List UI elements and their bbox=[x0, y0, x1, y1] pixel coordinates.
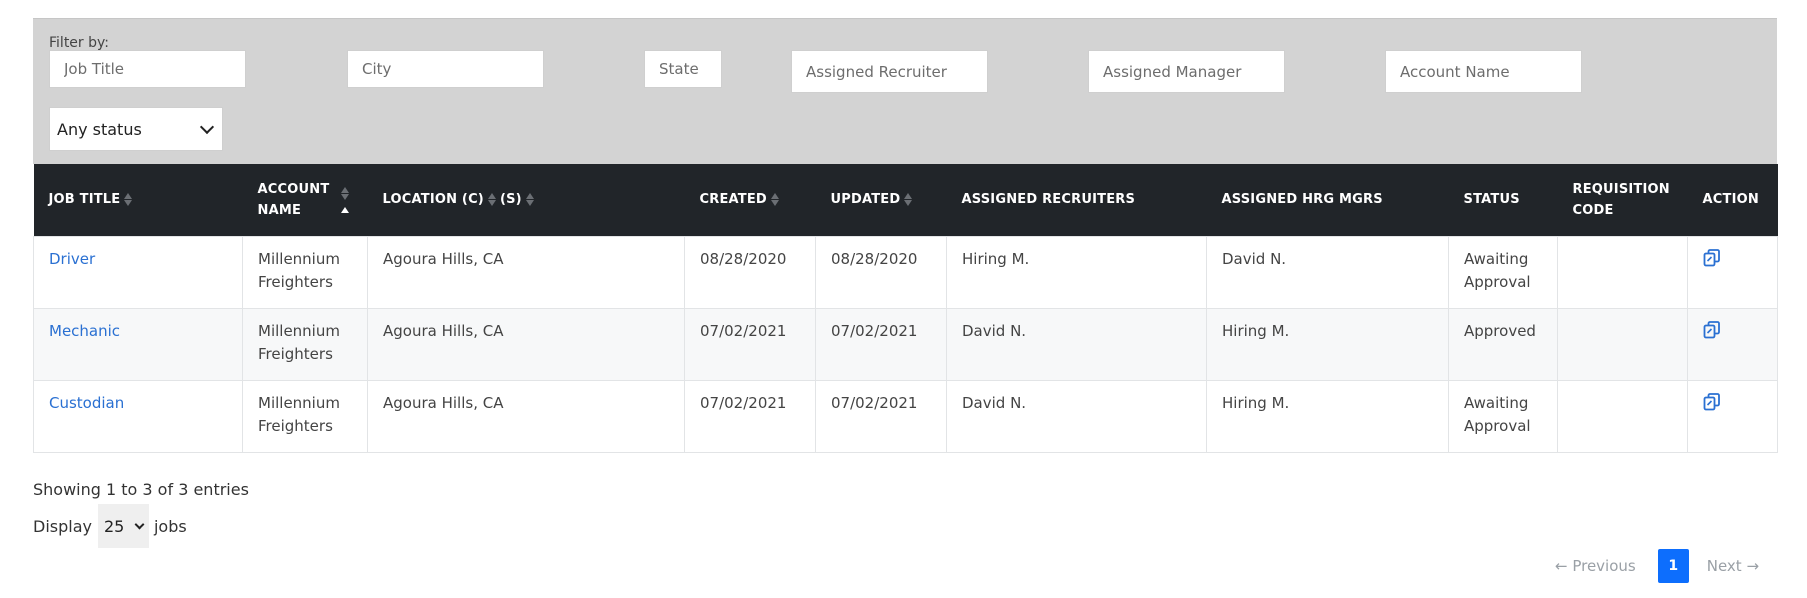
sort-arrows-icon bbox=[124, 193, 133, 207]
job-title-link[interactable]: Custodian bbox=[49, 394, 124, 412]
header-location[interactable]: LOCATION (C) (S) bbox=[368, 164, 685, 236]
header-requisition-code: REQUISITION CODE bbox=[1572, 181, 1670, 218]
copy-icon[interactable] bbox=[1702, 392, 1722, 412]
jobs-label: jobs bbox=[153, 516, 187, 536]
cell-recruiters: David N. bbox=[946, 379, 1207, 453]
cell-location: Agoura Hills, CA bbox=[367, 307, 685, 381]
header-location-state: (S) bbox=[499, 192, 522, 208]
cell-updated: 07/02/2021 bbox=[815, 379, 947, 453]
sort-arrows-icon bbox=[525, 193, 534, 207]
cell-updated: 07/02/2021 bbox=[815, 307, 947, 381]
assigned-manager-filter[interactable] bbox=[1088, 50, 1285, 93]
cell-created: 07/02/2021 bbox=[684, 307, 816, 381]
assigned-recruiter-filter[interactable] bbox=[791, 50, 988, 93]
header-updated[interactable]: UPDATED bbox=[816, 164, 947, 236]
cell-account-name: Millennium Freighters bbox=[242, 307, 368, 381]
table-header-row: JOB TITLE ACCOUNT NAME LOCATION (C) (S) C… bbox=[33, 164, 1778, 236]
job-title-filter[interactable] bbox=[49, 50, 246, 88]
header-account-name[interactable]: ACCOUNT NAME bbox=[243, 164, 368, 236]
cell-updated: 08/28/2020 bbox=[815, 235, 947, 309]
sort-arrows-icon bbox=[904, 193, 913, 207]
header-job-title[interactable]: JOB TITLE bbox=[34, 164, 243, 236]
job-title-link[interactable]: Mechanic bbox=[49, 322, 120, 340]
per-page-value: 25 bbox=[103, 516, 125, 536]
cell-job-title: Custodian bbox=[33, 379, 243, 453]
header-assigned-recruiters: ASSIGNED RECRUITERS bbox=[961, 192, 1136, 208]
page-size-control: Display 25 jobs bbox=[33, 504, 187, 548]
table-row: Custodian Millennium Freighters Agoura Hi… bbox=[33, 379, 1778, 453]
pagination: ← Previous 1 Next → bbox=[1555, 549, 1759, 583]
chevron-down-icon bbox=[134, 519, 145, 529]
cell-requisition bbox=[1557, 235, 1688, 309]
cell-location: Agoura Hills, CA bbox=[367, 379, 685, 453]
cell-action bbox=[1687, 235, 1778, 309]
cell-recruiters: David N. bbox=[946, 307, 1207, 381]
filter-panel: Filter by: Any status bbox=[33, 18, 1777, 164]
cell-requisition bbox=[1557, 379, 1688, 453]
sort-arrows-icon bbox=[770, 193, 779, 207]
entries-summary: Showing 1 to 3 of 3 entries bbox=[33, 480, 249, 499]
cell-recruiters: Hiring M. bbox=[946, 235, 1207, 309]
cell-managers: Hiring M. bbox=[1206, 379, 1449, 453]
status-select-value: Any status bbox=[57, 119, 142, 139]
table-row: Mechanic Millennium Freighters Agoura Hil… bbox=[33, 307, 1778, 381]
sort-arrows-icon bbox=[487, 193, 496, 207]
sort-arrows-icon bbox=[341, 186, 350, 213]
header-created[interactable]: CREATED bbox=[685, 164, 816, 236]
cell-status: Awaiting Approval bbox=[1448, 379, 1558, 453]
cell-requisition bbox=[1557, 307, 1688, 381]
cell-action bbox=[1687, 379, 1778, 453]
status-select[interactable]: Any status bbox=[49, 107, 223, 151]
header-assigned-managers: ASSIGNED HRG MGRS bbox=[1221, 192, 1383, 208]
cell-action bbox=[1687, 307, 1778, 381]
copy-icon[interactable] bbox=[1702, 248, 1722, 268]
page-1-button[interactable]: 1 bbox=[1657, 549, 1689, 583]
cell-managers: Hiring M. bbox=[1206, 307, 1449, 381]
cell-account-name: Millennium Freighters bbox=[242, 235, 368, 309]
cell-status: Approved bbox=[1448, 307, 1558, 381]
cell-location: Agoura Hills, CA bbox=[367, 235, 685, 309]
header-action: ACTION bbox=[1702, 192, 1759, 208]
job-title-link[interactable]: Driver bbox=[49, 250, 95, 268]
account-name-filter[interactable] bbox=[1385, 50, 1582, 93]
cell-created: 08/28/2020 bbox=[684, 235, 816, 309]
state-filter[interactable] bbox=[644, 50, 722, 88]
jobs-table: JOB TITLE ACCOUNT NAME LOCATION (C) (S) C… bbox=[33, 164, 1778, 453]
filter-label: Filter by: bbox=[49, 35, 109, 51]
copy-icon[interactable] bbox=[1702, 320, 1722, 340]
per-page-select[interactable]: 25 bbox=[97, 504, 149, 548]
city-filter[interactable] bbox=[347, 50, 544, 88]
cell-job-title: Mechanic bbox=[33, 307, 243, 381]
chevron-down-icon bbox=[199, 119, 215, 134]
next-page-button[interactable]: Next → bbox=[1707, 557, 1759, 575]
cell-managers: David N. bbox=[1206, 235, 1449, 309]
previous-page-button[interactable]: ← Previous bbox=[1555, 557, 1636, 575]
cell-created: 07/02/2021 bbox=[684, 379, 816, 453]
header-status: STATUS bbox=[1463, 192, 1520, 208]
display-label: Display bbox=[33, 516, 92, 536]
jobs-panel: Filter by: Any status JOB TITLE ACCOUNTN… bbox=[33, 18, 1778, 453]
cell-job-title: Driver bbox=[33, 235, 243, 309]
cell-status: Awaiting Approval bbox=[1448, 235, 1558, 309]
table-row: Driver Millennium Freighters Agoura Hills… bbox=[33, 235, 1778, 309]
cell-account-name: Millennium Freighters bbox=[242, 379, 368, 453]
